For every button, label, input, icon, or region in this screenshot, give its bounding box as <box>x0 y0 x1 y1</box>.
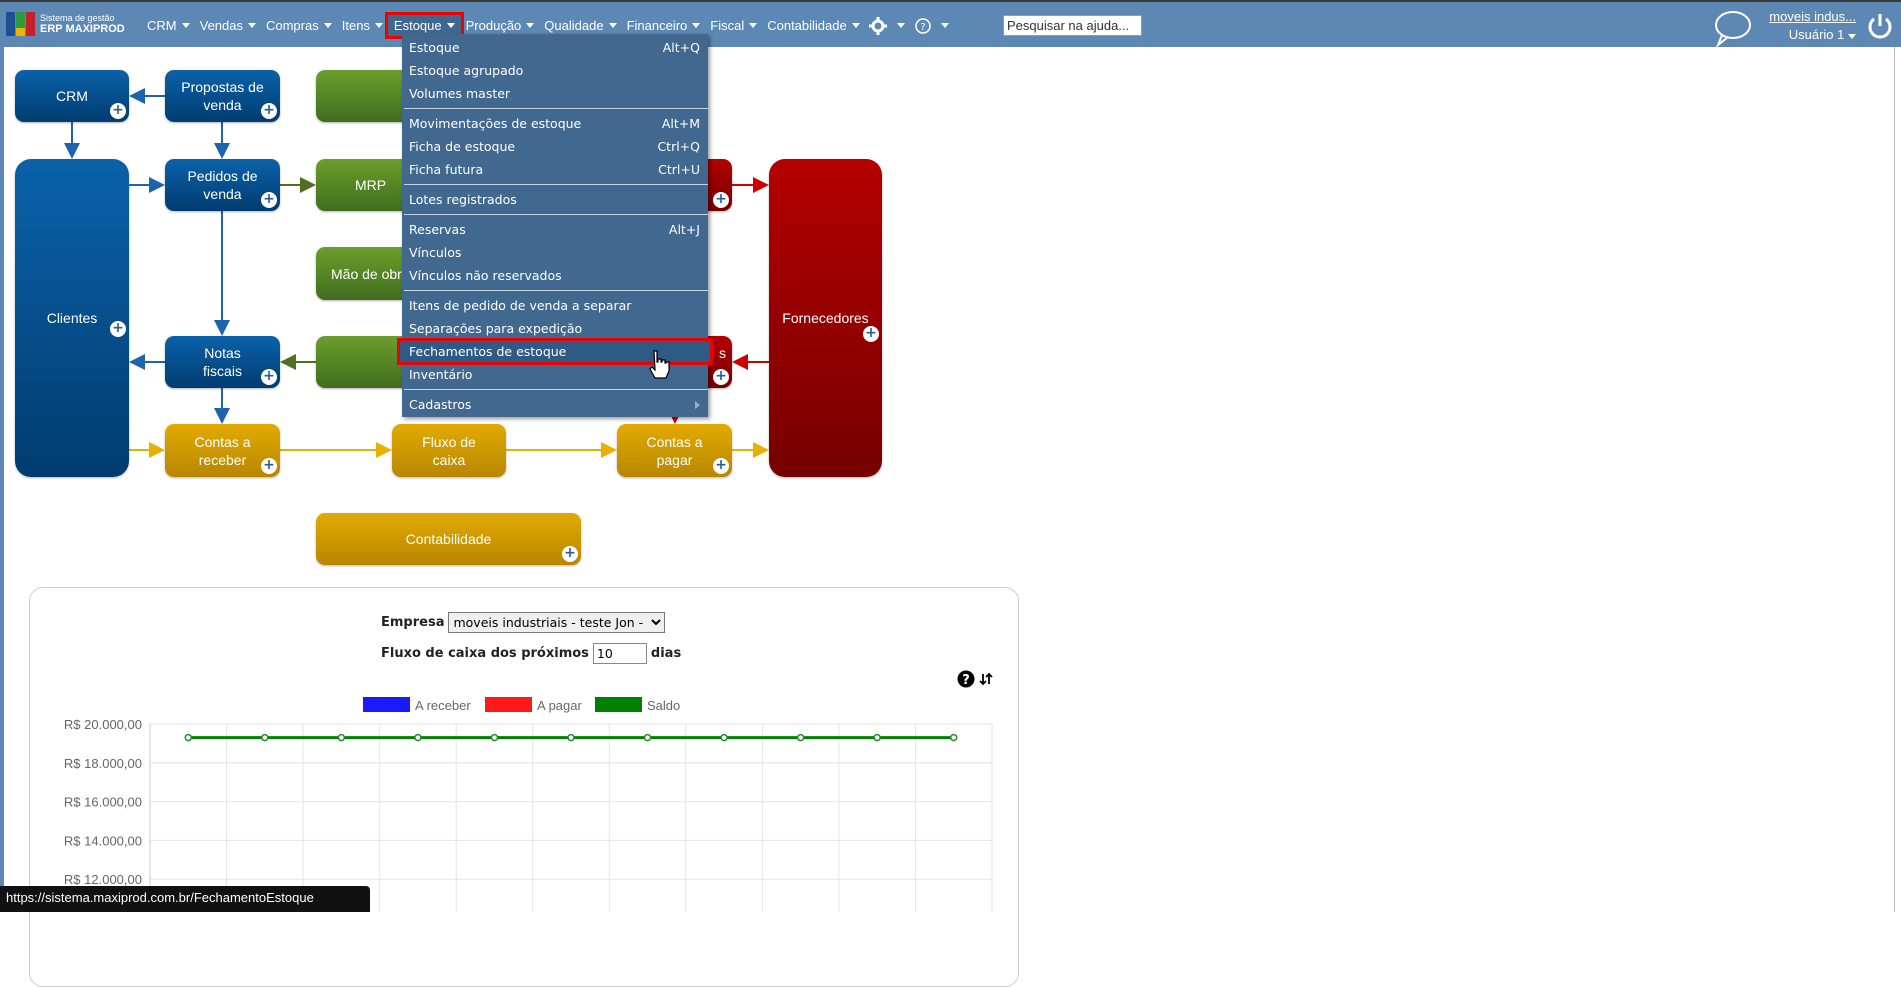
y-tick-label: R$ 16.000,00 <box>64 795 142 810</box>
y-tick-label: R$ 20.000,00 <box>64 717 142 732</box>
company-link[interactable]: moveis indus... <box>1769 8 1856 26</box>
data-point[interactable] <box>490 733 499 742</box>
data-point[interactable] <box>796 733 805 742</box>
y-tick-label: R$ 12.000,00 <box>64 872 142 887</box>
data-point[interactable] <box>720 733 728 742</box>
data-point[interactable] <box>414 733 422 742</box>
power-icon[interactable] <box>1867 12 1893 40</box>
legend-swatch[interactable] <box>485 697 532 712</box>
data-point[interactable] <box>643 733 652 742</box>
y-tick-label: R$ 18.000,00 <box>64 756 142 771</box>
user-menu[interactable]: Usuário 1 <box>1789 27 1856 42</box>
legend-label[interactable]: Saldo <box>647 698 680 713</box>
legend-swatch[interactable] <box>363 697 410 712</box>
right-border <box>1894 47 1895 912</box>
data-point[interactable] <box>337 733 346 742</box>
data-point[interactable] <box>184 733 193 742</box>
status-bar-url: https://sistema.maxiprod.com.br/Fechamen… <box>0 886 370 912</box>
user-area: moveis indus... Usuário 1 <box>1769 8 1856 44</box>
data-point[interactable] <box>567 733 575 742</box>
data-point[interactable] <box>261 733 269 742</box>
legend-label[interactable]: A receber <box>415 698 471 713</box>
y-tick-label: R$ 14.000,00 <box>64 833 142 848</box>
cashflow-chart: R$ 20.000,00 R$ 18.000,00 R$ 16.000,00 R$ 1… <box>64 697 993 912</box>
legend-label[interactable]: A pagar <box>537 698 582 713</box>
data-point[interactable] <box>873 733 881 742</box>
chevron-down-icon <box>1848 34 1856 39</box>
data-point[interactable] <box>949 733 958 742</box>
user-name: Usuário 1 <box>1788 27 1845 42</box>
legend-swatch[interactable] <box>595 697 642 712</box>
chat-icon[interactable] <box>1712 9 1752 47</box>
